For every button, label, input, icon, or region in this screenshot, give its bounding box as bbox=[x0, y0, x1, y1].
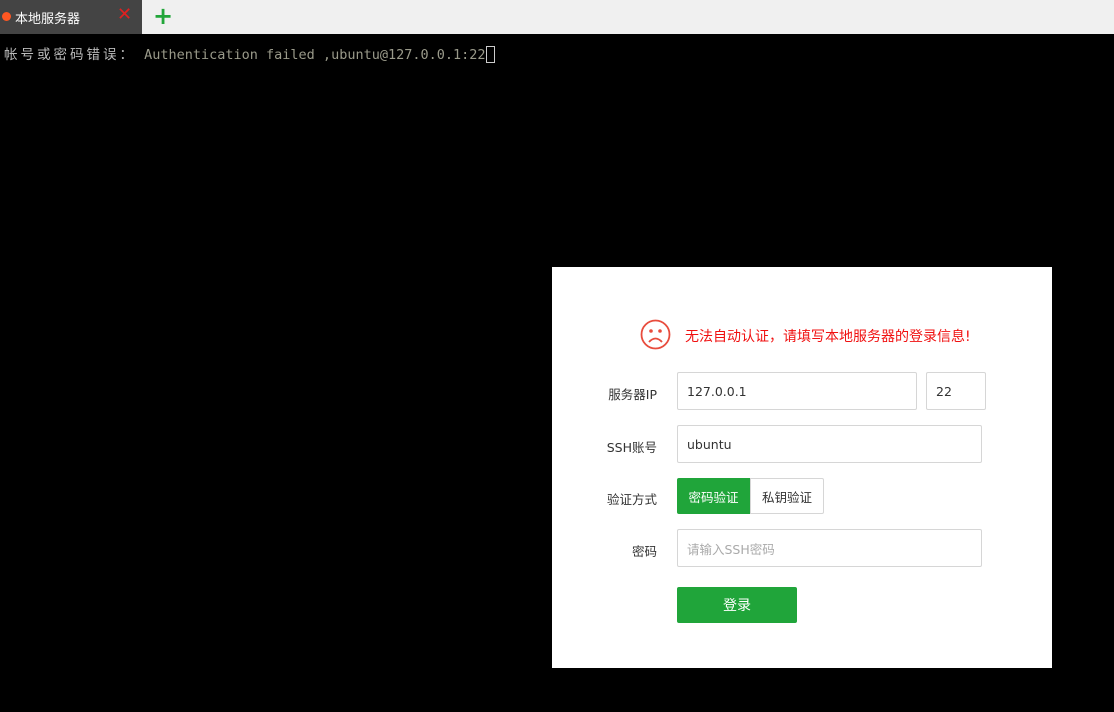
login-button[interactable]: 登录 bbox=[677, 587, 797, 623]
error-message: 无法自动认证，请填写本地服务器的登录信息! bbox=[685, 329, 971, 345]
password-input[interactable]: 请输入SSH密码 bbox=[677, 529, 982, 567]
server-ip-input[interactable]: 127.0.0.1 bbox=[677, 372, 917, 410]
password-label: 密码 bbox=[631, 544, 657, 559]
status-dot-icon bbox=[2, 12, 11, 21]
close-icon[interactable]: ✕ bbox=[117, 5, 132, 25]
ssh-account-label: SSH账号 bbox=[606, 440, 657, 455]
password-placeholder: 请输入SSH密码 bbox=[687, 541, 775, 557]
ssh-account-input[interactable]: ubuntu bbox=[677, 425, 982, 463]
password-auth-button[interactable]: 密码验证 bbox=[677, 478, 750, 514]
key-auth-button[interactable]: 私钥验证 bbox=[750, 478, 824, 514]
tab-local-server[interactable]: 本地服务器 ✕ bbox=[0, 0, 142, 34]
server-ip-label: 服务器IP bbox=[608, 387, 657, 402]
login-dialog: 无法自动认证，请填写本地服务器的登录信息! 服务器IP 127.0.0.1 22… bbox=[552, 267, 1052, 668]
port-input[interactable]: 22 bbox=[926, 372, 986, 410]
terminal-cursor bbox=[485, 46, 495, 63]
tab-label: 本地服务器 bbox=[15, 12, 81, 27]
terminal-output[interactable]: 帐号或密码错误： Authentication failed ,ubuntu@1… bbox=[4, 43, 495, 63]
add-tab-icon[interactable]: + bbox=[153, 3, 173, 29]
sad-face-icon bbox=[640, 319, 671, 350]
tab-bar: 本地服务器 ✕ + bbox=[0, 0, 1114, 34]
terminal-error-en: Authentication failed ,ubuntu@127.0.0.1:… bbox=[136, 47, 486, 63]
auth-method-label: 验证方式 bbox=[606, 492, 657, 507]
terminal-error-cn: 帐号或密码错误： bbox=[4, 47, 136, 63]
